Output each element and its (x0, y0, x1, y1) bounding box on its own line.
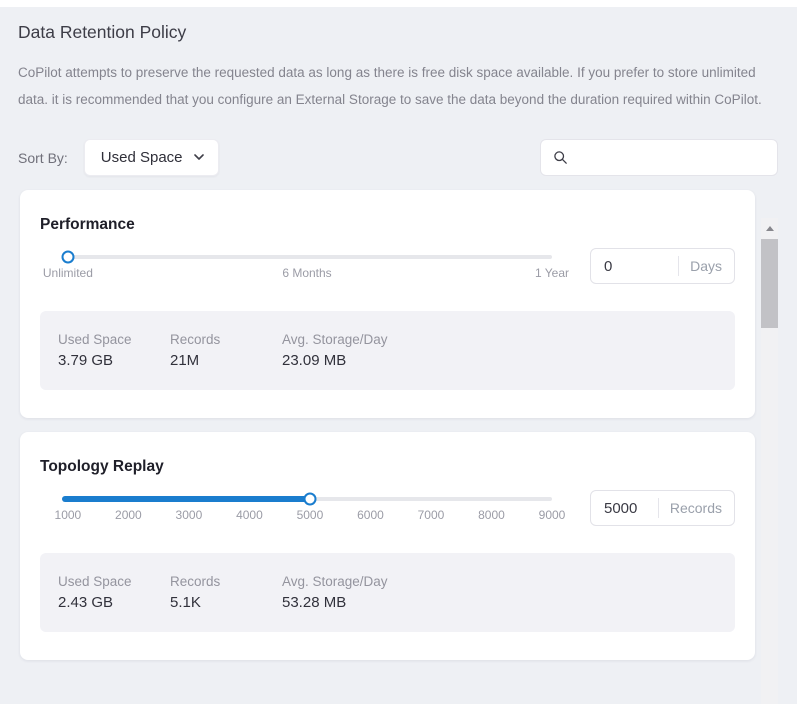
stat-used-space: Used Space 3.79 GB (58, 332, 170, 369)
search-input[interactable] (576, 149, 767, 167)
stat-records: Records 21M (170, 332, 282, 369)
stat-label: Records (170, 332, 282, 347)
controls-row: Sort By: Used Space (18, 139, 778, 176)
card-performance: Performance Unlimited6 Months1 Year Days (20, 190, 755, 418)
retention-card-list: Performance Unlimited6 Months1 Year Days (20, 190, 755, 660)
stat-avg-storage: Avg. Storage/Day 53.28 MB (282, 574, 388, 611)
retention-input-group: Days (590, 248, 735, 284)
slider-thumb[interactable] (61, 251, 74, 264)
slider-tick-labels: 100020003000400050006000700080009000 (62, 507, 552, 521)
card-title: Topology Replay (40, 458, 735, 476)
stat-label: Avg. Storage/Day (282, 332, 388, 347)
stats-panel: Used Space 2.43 GB Records 5.1K Avg. Sto… (40, 553, 735, 632)
retention-value-input[interactable] (591, 500, 658, 517)
scroll-up-button[interactable] (761, 218, 778, 238)
stat-label: Used Space (58, 574, 170, 589)
slider-thumb[interactable] (303, 493, 316, 506)
page-description: CoPilot attempts to preserve the request… (18, 59, 778, 113)
sort-by-dropdown[interactable]: Used Space (84, 139, 219, 176)
slider-tick-label: 4000 (236, 508, 263, 522)
stat-label: Records (170, 574, 282, 589)
card-topology-replay: Topology Replay 1000 2000 3000 4000 5000 6000… (20, 432, 755, 660)
search-box (540, 139, 778, 176)
slider-tick-label: 3000 (176, 508, 203, 522)
slider-tick-label: 8000 (478, 508, 505, 522)
slider-tick-label: 9000 (539, 508, 566, 522)
slider-tick-label: 1000 (55, 508, 82, 522)
stat-label: Used Space (58, 332, 170, 347)
card-title: Performance (40, 216, 735, 234)
slider-row: Unlimited6 Months1 Year Days (40, 248, 735, 284)
slider-row: 1000 2000 3000 4000 5000 6000 7000 8000 9000 Rec… (40, 490, 735, 526)
stat-value: 21M (170, 352, 282, 369)
stat-avg-storage: Avg. Storage/Day 23.09 MB (282, 332, 388, 369)
slider-tick-label: 5000 (297, 508, 324, 522)
slider-tick-label: 6 Months (282, 266, 331, 280)
stat-used-space: Used Space 2.43 GB (58, 574, 170, 611)
stat-value: 2.43 GB (58, 594, 170, 611)
stats-panel: Used Space 3.79 GB Records 21M Avg. Stor… (40, 311, 735, 390)
stat-value: 3.79 GB (58, 352, 170, 369)
stat-label: Avg. Storage/Day (282, 574, 388, 589)
chevron-down-icon (194, 154, 204, 161)
input-unit-label: Records (659, 500, 734, 516)
stat-records: Records 5.1K (170, 574, 282, 611)
data-retention-page: Data Retention Policy CoPilot attempts t… (0, 22, 797, 660)
retention-value-input[interactable] (591, 258, 678, 275)
sort-by-selected-value: Used Space (101, 149, 183, 166)
slider-tick-labels: Unlimited6 Months1 Year (62, 265, 552, 279)
slider-tick-label: 1 Year (535, 266, 569, 280)
page-title: Data Retention Policy (18, 22, 778, 43)
slider-tick-label: Unlimited (43, 266, 93, 280)
slider-tick-label: 7000 (418, 508, 445, 522)
stat-value: 5.1K (170, 594, 282, 611)
stat-value: 23.09 MB (282, 352, 388, 369)
slider-rail-area[interactable] (62, 491, 552, 506)
retention-input-group: Records (590, 490, 735, 526)
retention-slider[interactable]: Unlimited6 Months1 Year (40, 248, 565, 279)
scrollbar-thumb[interactable] (761, 239, 778, 328)
slider-fill (62, 496, 310, 502)
search-icon (553, 150, 568, 165)
slider-rail-area[interactable] (62, 249, 552, 264)
slider-rail[interactable] (62, 255, 552, 259)
slider-tick-label: 2000 (115, 508, 142, 522)
vertical-scrollbar[interactable] (761, 218, 778, 704)
triangle-up-icon (766, 226, 774, 231)
retention-slider[interactable]: 1000 2000 3000 4000 5000 6000 7000 8000 9000 (40, 490, 565, 521)
stat-value: 53.28 MB (282, 594, 388, 611)
top-bar-edge (0, 0, 797, 7)
input-unit-label: Days (679, 258, 734, 274)
sort-by-label: Sort By: (18, 150, 68, 166)
slider-tick-label: 6000 (357, 508, 384, 522)
